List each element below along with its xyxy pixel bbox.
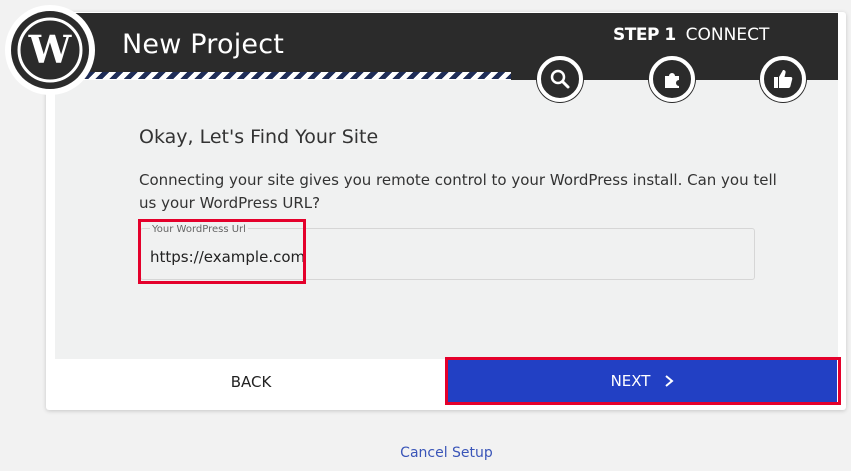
wordpress-logo-icon: W xyxy=(11,11,89,89)
search-icon xyxy=(537,56,583,102)
wordpress-url-input[interactable] xyxy=(150,248,740,266)
chevron-right-icon xyxy=(664,372,674,391)
step-number: STEP 1 xyxy=(613,25,676,45)
next-button-label: NEXT xyxy=(610,372,651,390)
section-description: Connecting your site gives you remote co… xyxy=(139,171,777,212)
puzzle-icon xyxy=(649,56,695,102)
header-stripe xyxy=(74,72,511,79)
url-field-label: Your WordPress Url xyxy=(150,224,248,235)
cancel-setup-link[interactable]: Cancel Setup xyxy=(0,445,851,461)
section-heading: Okay, Let's Find Your Site xyxy=(139,126,379,148)
wordpress-logo: W xyxy=(5,5,95,95)
back-button[interactable]: BACK xyxy=(55,359,447,404)
next-button[interactable]: NEXT xyxy=(448,360,837,402)
content-panel xyxy=(55,80,838,359)
step-indicator: STEP 1 CONNECT xyxy=(613,25,769,45)
thumbs-up-icon xyxy=(760,56,806,102)
step-name: CONNECT xyxy=(685,25,770,45)
page-title: New Project xyxy=(122,29,285,60)
svg-text:W: W xyxy=(28,27,73,72)
